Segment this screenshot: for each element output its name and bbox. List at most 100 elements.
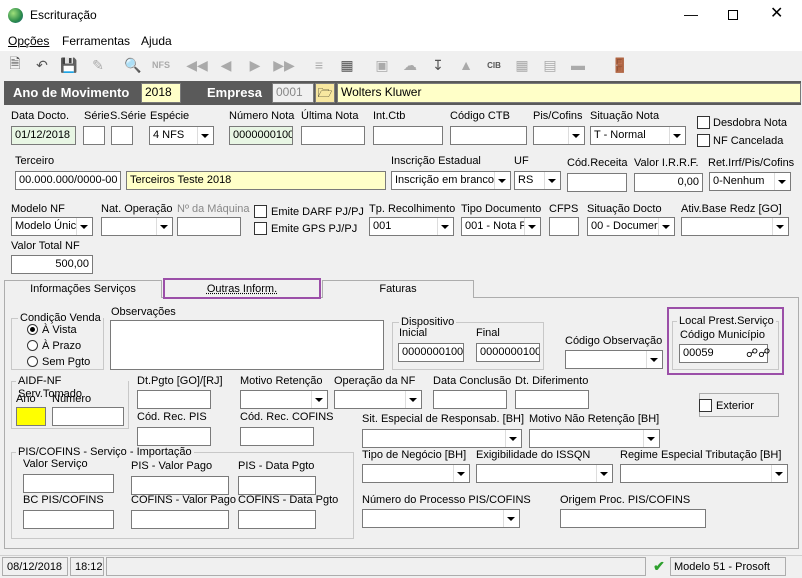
- final-label: Final: [476, 327, 500, 339]
- close-button[interactable]: ✕: [770, 5, 783, 23]
- radio-a-vista[interactable]: [27, 324, 38, 335]
- undo-icon[interactable]: ↶: [33, 56, 51, 74]
- cod-rec-pis-field[interactable]: [137, 427, 211, 446]
- pis-cofins-select[interactable]: [533, 126, 585, 145]
- preview-icon[interactable]: 🔍: [124, 56, 142, 74]
- serie-field[interactable]: [83, 126, 105, 145]
- folder-open-icon[interactable]: 🗁: [315, 83, 335, 103]
- tab-faturas[interactable]: Faturas: [322, 280, 474, 298]
- uf-select[interactable]: RS: [514, 171, 561, 190]
- dt-diferimento-field[interactable]: [515, 390, 589, 409]
- cod-receita-field[interactable]: [567, 173, 627, 192]
- codigo-ctb-field[interactable]: [450, 126, 527, 145]
- cib-icon[interactable]: CIB: [485, 56, 503, 74]
- tab-outras-inform[interactable]: Outras Inform.: [163, 278, 321, 299]
- calculator-icon[interactable]: ▦: [338, 56, 356, 74]
- tree-icon[interactable]: ≡: [310, 56, 328, 74]
- situacao-nota-select[interactable]: T - Normal: [590, 126, 686, 145]
- grid-icon[interactable]: ▦: [513, 56, 531, 74]
- cofins-valor-field[interactable]: [131, 510, 229, 529]
- nat-operacao-select[interactable]: [101, 217, 173, 236]
- origem-proc-field[interactable]: [560, 509, 706, 528]
- data-conclusao-field[interactable]: [433, 390, 507, 409]
- recolhimento-select[interactable]: 001: [369, 217, 454, 236]
- tab-informacoes-servicos[interactable]: Informações Serviços: [4, 280, 162, 298]
- regime-especial-select[interactable]: [620, 464, 788, 483]
- radio-sem-pgto[interactable]: [27, 356, 38, 367]
- empresa-name-field[interactable]: Wolters Kluwer: [337, 83, 801, 103]
- import-icon[interactable]: ↧: [429, 56, 447, 74]
- folder-icon[interactable]: ▣: [373, 56, 391, 74]
- maquina-field[interactable]: [177, 217, 241, 236]
- exit-door-icon[interactable]: 🚪: [611, 56, 629, 74]
- new-document-icon[interactable]: 🗎: [6, 55, 24, 74]
- status-empty-panel: [106, 557, 646, 576]
- radio-a-prazo[interactable]: [27, 340, 38, 351]
- tree-cloud-icon[interactable]: ▲: [457, 56, 475, 74]
- book-icon[interactable]: ▤: [541, 56, 559, 74]
- menu-ferramentas[interactable]: Ferramentas: [62, 35, 130, 48]
- dt-pgto-field[interactable]: [137, 390, 211, 409]
- modelo-nf-select[interactable]: Modelo Únic: [11, 217, 93, 236]
- aidf-numero-field[interactable]: [52, 407, 124, 426]
- aidf-ano-field[interactable]: [16, 407, 46, 426]
- save-icon[interactable]: 💾: [60, 56, 78, 74]
- motivo-nao-retencao-select[interactable]: [529, 429, 660, 448]
- numero-nota-field[interactable]: 0000000100: [229, 126, 293, 145]
- binoculars-search-icon[interactable]: ☍☍: [746, 345, 770, 362]
- nfe-icon[interactable]: NFS: [152, 56, 170, 74]
- final-field[interactable]: 0000000100: [476, 343, 540, 362]
- exigibilidade-select[interactable]: [476, 464, 613, 483]
- previous-record-icon[interactable]: ◀: [217, 56, 235, 74]
- valor-servico-field[interactable]: [23, 474, 114, 493]
- exterior-checkbox[interactable]: [699, 399, 712, 412]
- maximize-button[interactable]: [728, 10, 738, 20]
- menu-ajuda[interactable]: Ajuda: [141, 35, 172, 48]
- ano-movimento-field[interactable]: 2018: [141, 83, 181, 103]
- last-record-icon[interactable]: ▶▶: [273, 56, 295, 74]
- bc-pis-cofins-field[interactable]: [23, 510, 114, 529]
- ultima-nota-field[interactable]: [301, 126, 365, 145]
- especie-select[interactable]: 4 NFS: [149, 126, 214, 145]
- ret-irrf-select[interactable]: 0-Nenhum: [709, 172, 791, 191]
- observacoes-textarea[interactable]: [110, 320, 384, 370]
- dt-diferimento-label: Dt. Diferimento: [515, 375, 589, 387]
- sserie-field[interactable]: [111, 126, 133, 145]
- pis-data-field[interactable]: [238, 476, 316, 495]
- minimize-button[interactable]: —: [684, 7, 698, 21]
- desdobra-nota-checkbox[interactable]: [697, 116, 710, 129]
- cfps-field[interactable]: [549, 217, 579, 236]
- terceiro-name-field[interactable]: Terceiros Teste 2018: [126, 171, 386, 190]
- terceiro-doc-field[interactable]: 00.000.000/0000-00: [15, 171, 121, 190]
- inicial-field[interactable]: 0000000100: [398, 343, 464, 362]
- ativ-base-select[interactable]: [681, 217, 789, 236]
- menu-opcoes[interactable]: Opções: [8, 35, 49, 48]
- cod-rec-cofins-field[interactable]: [240, 427, 314, 446]
- empresa-code-field[interactable]: 0001: [272, 83, 314, 103]
- ultima-nota-label: Última Nota: [301, 110, 359, 122]
- situacao-docto-select[interactable]: 00 - Documer: [587, 217, 675, 236]
- tipo-documento-select[interactable]: 001 - Nota F: [461, 217, 541, 236]
- emite-gps-checkbox[interactable]: [254, 222, 267, 235]
- first-record-icon[interactable]: ◀◀: [186, 56, 208, 74]
- minus-icon[interactable]: ▬: [569, 56, 587, 74]
- valor-total-field[interactable]: 500,00: [11, 255, 93, 274]
- next-record-icon[interactable]: ▶: [246, 56, 264, 74]
- inscricao-estadual-select[interactable]: Inscrição em branco: [391, 171, 511, 190]
- cloud-icon[interactable]: ☁: [401, 56, 419, 74]
- nf-cancelada-checkbox[interactable]: [697, 134, 710, 147]
- num-processo-select[interactable]: [362, 509, 520, 528]
- pis-valor-field[interactable]: [131, 476, 229, 495]
- data-docto-field[interactable]: 01/12/2018: [11, 126, 76, 145]
- operacao-nf-select[interactable]: [334, 390, 422, 409]
- cod-observacao-select[interactable]: [565, 350, 663, 369]
- cofins-data-field[interactable]: [238, 510, 316, 529]
- emite-darf-checkbox[interactable]: [254, 205, 267, 218]
- irrf-field[interactable]: 0,00: [634, 173, 703, 192]
- int-ctb-field[interactable]: [373, 126, 443, 145]
- emite-gps-label: Emite GPS PJ/PJ: [271, 223, 358, 235]
- eraser-icon[interactable]: ✎: [89, 56, 107, 74]
- motivo-retencao-select[interactable]: [240, 390, 328, 409]
- tipo-negocio-select[interactable]: [362, 464, 470, 483]
- sit-especial-select[interactable]: [362, 429, 522, 448]
